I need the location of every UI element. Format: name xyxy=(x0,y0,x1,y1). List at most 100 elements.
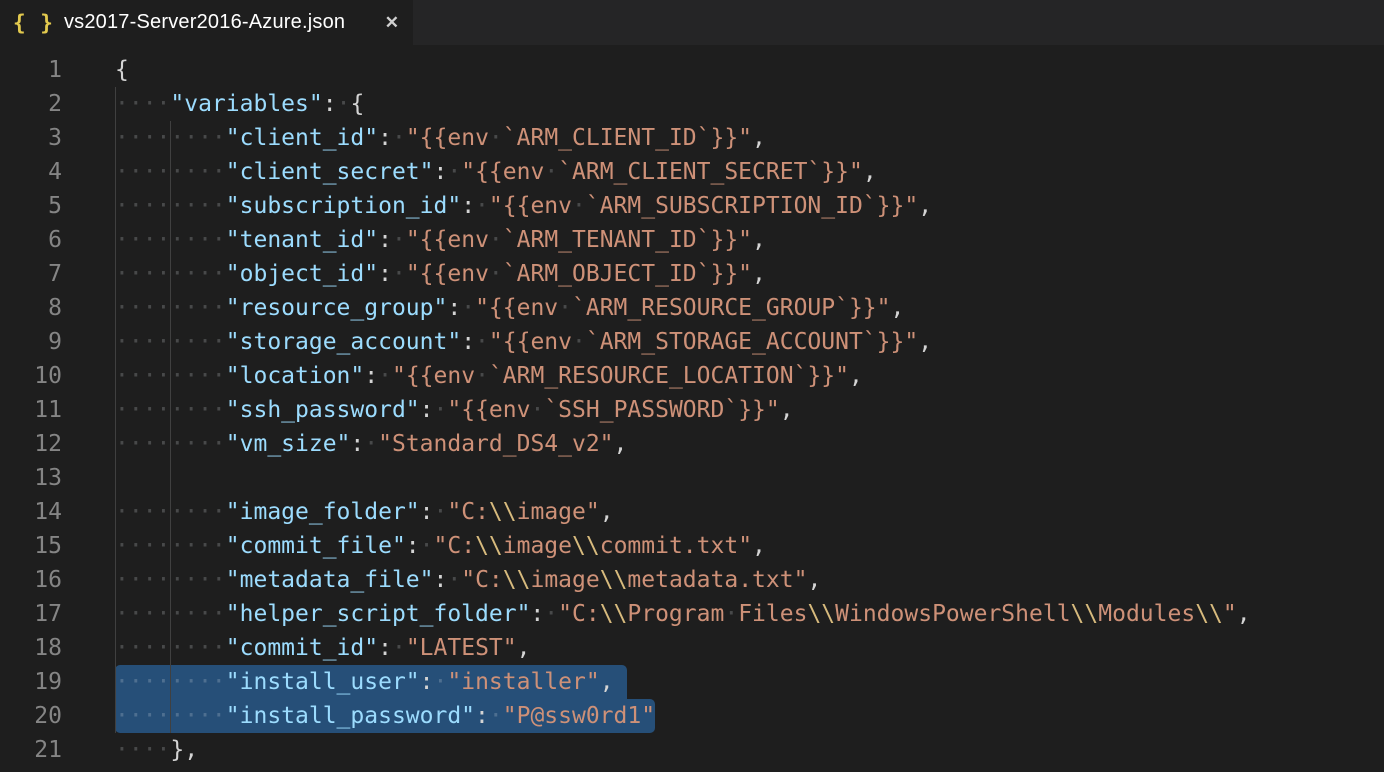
line-content[interactable]: ········"object_id":·"{{env·`ARM_OBJECT_… xyxy=(62,257,766,291)
json-key: "image_folder" xyxy=(226,499,420,525)
json-key: "storage_account" xyxy=(226,329,461,355)
line-content[interactable]: ····"variables":·{ xyxy=(62,87,364,121)
punctuation: : xyxy=(420,397,434,423)
line-content[interactable]: ········"install_password":·"P@ssw0rd1" xyxy=(62,699,655,733)
punctuation: : xyxy=(378,227,392,253)
line-number[interactable]: 6 xyxy=(0,223,62,257)
json-key: "tenant_id" xyxy=(226,227,378,253)
code-line: 2····"variables":·{ xyxy=(0,87,1384,121)
line-number[interactable]: 8 xyxy=(0,291,62,325)
line-number[interactable]: 10 xyxy=(0,359,62,393)
json-string: " xyxy=(1223,601,1237,627)
code-line: 6········"tenant_id":·"{{env·`ARM_TENANT… xyxy=(0,223,1384,257)
line-content[interactable]: ········"commit_file":·"C:\\image\\commi… xyxy=(62,529,766,563)
line-content[interactable]: ········"vm_size":·"Standard_DS4_v2", xyxy=(62,427,627,461)
json-string: "{{env xyxy=(406,227,489,253)
json-key: "commit_id" xyxy=(226,635,378,661)
json-string: `ARM_SUBSCRIPTION_ID`}}" xyxy=(586,193,918,219)
punctuation: { xyxy=(350,91,364,117)
line-number[interactable]: 16 xyxy=(0,563,62,597)
code-line: 16········"metadata_file":·"C:\\image\\m… xyxy=(0,563,1384,597)
whitespace-dots: · xyxy=(392,261,406,287)
line-number[interactable]: 18 xyxy=(0,631,62,665)
punctuation: : xyxy=(447,295,461,321)
json-string: image xyxy=(530,567,599,593)
line-content[interactable]: ········"client_secret":·"{{env·`ARM_CLI… xyxy=(62,155,877,189)
escape-sequence: \\ xyxy=(489,499,517,525)
line-content[interactable]: ········"install_user":·"installer", xyxy=(62,665,614,699)
json-string: "Standard_DS4_v2" xyxy=(378,431,613,457)
line-number[interactable]: 9 xyxy=(0,325,62,359)
json-string: "{{env xyxy=(489,329,572,355)
line-content[interactable]: ········"subscription_id":·"{{env·`ARM_S… xyxy=(62,189,932,223)
json-string: "{{env xyxy=(406,261,489,287)
punctuation: , xyxy=(863,159,877,185)
line-content[interactable]: ········"metadata_file":·"C:\\image\\met… xyxy=(62,563,821,597)
line-number[interactable]: 12 xyxy=(0,427,62,461)
line-content[interactable]: ········"ssh_password":·"{{env·`SSH_PASS… xyxy=(62,393,794,427)
line-number[interactable]: 14 xyxy=(0,495,62,529)
json-string: "LATEST" xyxy=(406,635,517,661)
line-number[interactable]: 5 xyxy=(0,189,62,223)
line-content[interactable]: ········"commit_id":·"LATEST", xyxy=(62,631,530,665)
json-string: Program xyxy=(627,601,724,627)
code-line: 4········"client_secret":·"{{env·`ARM_CL… xyxy=(0,155,1384,189)
punctuation: , xyxy=(600,669,614,695)
line-number[interactable]: 13 xyxy=(0,461,62,495)
punctuation: : xyxy=(461,193,475,219)
line-number[interactable]: 20 xyxy=(0,699,62,733)
tab-active[interactable]: { } vs2017-Server2016-Azure.json ✕ xyxy=(0,0,413,45)
line-number[interactable]: 1 xyxy=(0,53,62,87)
escape-sequence: \\ xyxy=(572,533,600,559)
line-number[interactable]: 3 xyxy=(0,121,62,155)
line-content[interactable] xyxy=(62,461,115,495)
line-number[interactable]: 19 xyxy=(0,665,62,699)
json-string: `ARM_RESOURCE_GROUP`}}" xyxy=(572,295,891,321)
line-content[interactable]: ········"helper_script_folder":·"C:\\Pro… xyxy=(62,597,1251,631)
line-number[interactable]: 2 xyxy=(0,87,62,121)
whitespace-dots: ········ xyxy=(115,125,226,151)
line-content[interactable]: ········"location":·"{{env·`ARM_RESOURCE… xyxy=(62,359,863,393)
whitespace-dots: · xyxy=(724,601,738,627)
punctuation: : xyxy=(378,125,392,151)
whitespace-dots: ········ xyxy=(115,431,226,457)
line-number[interactable]: 7 xyxy=(0,257,62,291)
json-string: metadata.txt" xyxy=(627,567,807,593)
line-content[interactable]: { xyxy=(62,53,129,87)
code-line: 13 xyxy=(0,461,1384,495)
punctuation: : xyxy=(434,567,448,593)
whitespace-dots: ········ xyxy=(115,703,226,729)
line-content[interactable]: ········"resource_group":·"{{env·`ARM_RE… xyxy=(62,291,904,325)
line-number[interactable]: 4 xyxy=(0,155,62,189)
punctuation: , xyxy=(600,499,614,525)
line-number[interactable]: 21 xyxy=(0,733,62,767)
json-string: `ARM_CLIENT_ID`}}" xyxy=(503,125,752,151)
json-key: "variables" xyxy=(170,91,322,117)
json-key: "resource_group" xyxy=(226,295,448,321)
whitespace-dots: · xyxy=(337,91,351,117)
line-content[interactable]: ········"tenant_id":·"{{env·`ARM_TENANT_… xyxy=(62,223,766,257)
json-string: `ARM_OBJECT_ID`}}" xyxy=(503,261,752,287)
code-line: 19········"install_user":·"installer", xyxy=(0,665,1384,699)
line-content[interactable]: ····}, xyxy=(62,733,198,767)
json-string: commit.txt" xyxy=(600,533,752,559)
punctuation: , xyxy=(752,533,766,559)
json-key: "install_user" xyxy=(226,669,420,695)
whitespace-dots: ········ xyxy=(115,533,226,559)
line-number[interactable]: 11 xyxy=(0,393,62,427)
line-content[interactable]: ········"client_id":·"{{env·`ARM_CLIENT_… xyxy=(62,121,766,155)
whitespace-dots: ········ xyxy=(115,159,226,185)
code-editor[interactable]: 1{2····"variables":·{3········"client_id… xyxy=(0,45,1384,772)
code-line: 8········"resource_group":·"{{env·`ARM_R… xyxy=(0,291,1384,325)
whitespace-dots: ········ xyxy=(115,193,226,219)
code-line: 15········"commit_file":·"C:\\image\\com… xyxy=(0,529,1384,563)
line-content[interactable]: ········"storage_account":·"{{env·`ARM_S… xyxy=(62,325,932,359)
tab-close-icon[interactable]: ✕ xyxy=(385,13,399,33)
escape-sequence: \\ xyxy=(475,533,503,559)
code-line: 9········"storage_account":·"{{env·`ARM_… xyxy=(0,325,1384,359)
line-content[interactable]: ········"image_folder":·"C:\\image", xyxy=(62,495,614,529)
whitespace-dots: ········ xyxy=(115,635,226,661)
punctuation: , xyxy=(891,295,905,321)
line-number[interactable]: 15 xyxy=(0,529,62,563)
line-number[interactable]: 17 xyxy=(0,597,62,631)
